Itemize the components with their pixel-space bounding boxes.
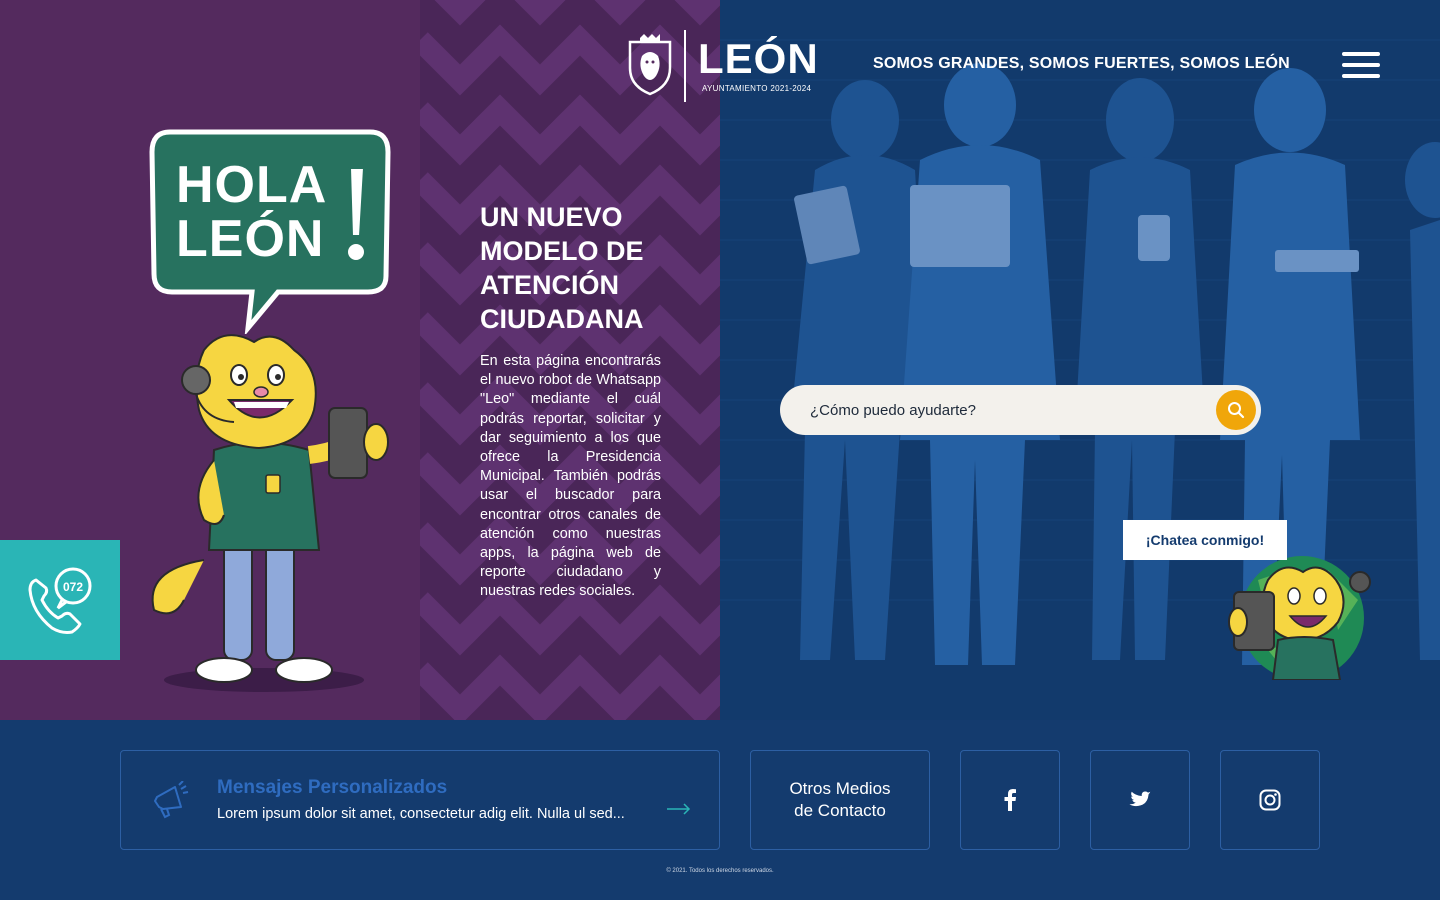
bubble-text: HOLA LEÓN xyxy=(176,158,327,266)
logo-divider xyxy=(684,30,686,102)
hero-section: LEÓN AYUNTAMIENTO 2021-2024 SOMOS GRANDE… xyxy=(0,0,1440,720)
messages-body: Lorem ipsum dolor sit amet, consectetur … xyxy=(217,806,625,822)
facebook-icon xyxy=(1004,789,1016,811)
messages-title: Mensajes Personalizados xyxy=(217,777,448,798)
lion-shield-icon xyxy=(628,34,672,96)
messages-card[interactable]: Mensajes Personalizados Lorem ipsum dolo… xyxy=(120,750,720,850)
header-tagline: SOMOS GRANDES, SOMOS FUERTES, SOMOS LEÓN xyxy=(873,55,1290,72)
megaphone-icon xyxy=(154,781,189,819)
chat-mascot-avatar[interactable] xyxy=(1228,540,1378,680)
twitter-button[interactable] xyxy=(1090,750,1190,850)
leon-logo[interactable]: LEÓN AYUNTAMIENTO 2021-2024 xyxy=(624,30,824,102)
bubble-line-2: LEÓN xyxy=(176,210,325,268)
other-contact-card[interactable]: Otros Medios de Contacto xyxy=(750,750,930,850)
arrow-right-icon[interactable] xyxy=(667,803,691,815)
call-number: 072 xyxy=(63,580,83,594)
chat-cta-button[interactable]: ¡Chatea conmigo! xyxy=(1123,520,1287,560)
call-072-button[interactable]: 072 xyxy=(0,540,120,660)
bubble-line-1: HOLA xyxy=(176,156,328,214)
search-input[interactable] xyxy=(810,397,1190,423)
instagram-icon xyxy=(1259,789,1281,811)
search-button[interactable] xyxy=(1216,390,1256,430)
phone-072-icon: 072 xyxy=(28,567,92,634)
logo-subtitle: AYUNTAMIENTO 2021-2024 xyxy=(702,84,812,93)
hero-description: En esta página encontrarás el nuevo robo… xyxy=(480,353,661,600)
contact-label-line-2: de Contacto xyxy=(794,801,886,820)
footer: Mensajes Personalizados Lorem ipsum dolo… xyxy=(0,720,1440,900)
facebook-button[interactable] xyxy=(960,750,1060,850)
copyright: © 2021. Todos los derechos reservados. xyxy=(666,868,774,874)
hamburger-menu-icon[interactable] xyxy=(1342,52,1380,80)
search-bar xyxy=(780,385,1261,435)
logo-name: LEÓN xyxy=(698,35,819,82)
instagram-button[interactable] xyxy=(1220,750,1320,850)
hero-title: UN NUEVO MODELO DE ATENCIÓN CIUDADANA xyxy=(480,202,644,334)
contact-label-line-1: Otros Medios xyxy=(789,779,891,798)
leo-mascot-illustration xyxy=(151,334,389,692)
search-icon xyxy=(1228,402,1245,419)
twitter-icon xyxy=(1129,791,1151,807)
